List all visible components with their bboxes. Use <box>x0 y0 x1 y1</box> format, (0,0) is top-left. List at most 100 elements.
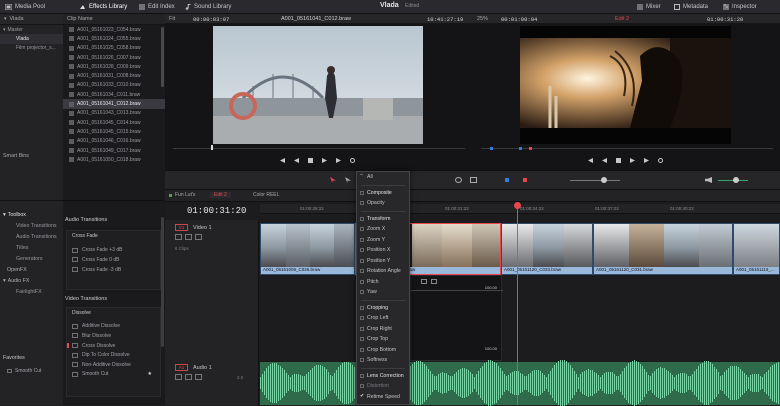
menu-item-all[interactable]: – All <box>357 172 409 183</box>
master-bin[interactable]: ▾ Master <box>0 25 63 34</box>
sound-library-button[interactable]: Sound Library <box>182 2 234 12</box>
clip-list-item[interactable]: A001_05161034_C011.braw <box>63 90 165 99</box>
clip-list-item[interactable]: A001_05161046_C016.braw <box>63 137 165 146</box>
fairlight-fx-item[interactable]: FairlightFX <box>0 286 63 297</box>
skip-forward-icon[interactable] <box>644 158 649 163</box>
video-transition-item[interactable]: Non-Additive Dissolve <box>67 360 160 370</box>
clip-list-item[interactable]: A001_05161031_C008.braw <box>63 71 165 80</box>
mute-icon[interactable] <box>195 374 202 380</box>
group-header[interactable]: Dissolve <box>67 308 160 318</box>
transitions-scrollbar[interactable] <box>161 217 164 347</box>
timeline-tab[interactable]: Color REEL <box>253 192 279 198</box>
video-track-name[interactable]: Video 1 <box>193 225 212 231</box>
mixer-button[interactable]: Mixer <box>634 2 664 12</box>
disable-track-icon[interactable] <box>195 234 202 240</box>
favorite-item[interactable]: Smooth Cut <box>7 368 41 374</box>
video-clip[interactable]: A001_05161120_C033.braw <box>501 223 593 275</box>
toolbox-item[interactable]: Generators <box>0 253 63 264</box>
marker-blue[interactable] <box>519 147 522 150</box>
keyframe-next-icon[interactable] <box>431 279 437 284</box>
effects-library-button[interactable]: Effects Library <box>76 2 130 12</box>
toolbox-header[interactable]: ▾ Toolbox <box>0 209 63 220</box>
menu-item[interactable]: Zoom X <box>357 224 409 235</box>
timeline-tab[interactable]: Fun Lut's <box>169 192 195 198</box>
menu-item[interactable]: Transform <box>357 214 409 225</box>
clip-list-item[interactable]: A001_05161049_C017.braw <box>63 146 165 155</box>
menu-item[interactable]: Cropping <box>357 303 409 314</box>
clip-list-item[interactable]: A001_05161050_C018.braw <box>63 155 165 164</box>
edit-index-button[interactable]: Edit Index <box>136 2 178 12</box>
metadata-button[interactable]: Metadata <box>671 2 711 12</box>
video-transition-item[interactable]: Cross Dissolve <box>67 341 160 351</box>
group-header[interactable]: Cross Fade <box>67 231 160 241</box>
solo-icon[interactable] <box>185 374 192 380</box>
track-badge-v1[interactable]: V1 <box>175 224 188 231</box>
video-transition-item[interactable]: Smooth Cut ★ <box>67 370 160 380</box>
audio-track-name[interactable]: Audio 1 <box>193 365 212 371</box>
menu-item[interactable]: Position X <box>357 245 409 256</box>
play-reverse-icon[interactable] <box>294 158 299 163</box>
clip-column-header[interactable]: Clip Name <box>63 14 165 25</box>
audio-fx-item[interactable]: ▾ Audio FX <box>0 275 63 286</box>
lock-icon[interactable] <box>175 374 182 380</box>
menu-item[interactable]: ✔ Retime Speed <box>357 392 409 403</box>
audio-clip[interactable] <box>260 360 780 406</box>
skip-back-icon[interactable] <box>588 158 593 163</box>
menu-item[interactable]: Composite <box>357 188 409 199</box>
menu-item[interactable]: Zoom Y <box>357 235 409 246</box>
loop-icon[interactable] <box>350 158 355 163</box>
lock-icon[interactable] <box>175 234 182 240</box>
timeline-tab-active[interactable]: Edit 2 <box>210 192 231 198</box>
retime-curve-editor[interactable]: 100.00 100.00 <box>410 275 503 361</box>
clip-list-item[interactable]: A001_05161024_C055.braw <box>63 34 165 43</box>
timeline-scrubber[interactable] <box>481 148 773 149</box>
menu-item[interactable]: Crop Right <box>357 324 409 335</box>
snapping-icon[interactable] <box>455 177 462 183</box>
bin-dropdown[interactable]: ▾ Vlada <box>0 14 63 25</box>
clip-list-item[interactable]: A001_05161025_C058.braw <box>63 44 165 53</box>
track-badge-a1[interactable]: A1 <box>175 364 188 371</box>
timeline-playhead[interactable] <box>517 204 518 405</box>
video-transition-item[interactable]: Additive Dissolve <box>67 322 160 332</box>
stop-icon[interactable] <box>616 158 621 163</box>
clip-list-item[interactable]: A001_05161033_C010.braw <box>63 81 165 90</box>
flag-icon[interactable] <box>505 178 509 182</box>
clip-list-item[interactable]: A001_05161041_C012.braw <box>63 99 165 109</box>
clip-list-item[interactable]: A001_05161045_C014.braw <box>63 118 165 127</box>
playhead-handle[interactable] <box>514 202 521 209</box>
timeline-frame[interactable] <box>520 26 731 144</box>
loop-icon[interactable] <box>658 158 663 163</box>
source-scrubber[interactable] <box>173 148 465 149</box>
video-clip[interactable]: A001_05161009_C026.braw <box>260 223 355 275</box>
menu-item[interactable]: Pitch <box>357 277 409 288</box>
play-reverse-icon[interactable] <box>602 158 607 163</box>
keyframe-prev-icon[interactable] <box>421 279 427 284</box>
video-transition-item[interactable]: Blur Dissolve <box>67 331 160 341</box>
menu-item[interactable]: Crop Top <box>357 334 409 345</box>
stop-icon[interactable] <box>308 158 313 163</box>
zoom-slider-handle[interactable] <box>601 177 607 183</box>
toolbox-item[interactable]: Audio Transitions <box>0 231 63 242</box>
clip-list-item[interactable]: A001_05161023_C054.braw <box>63 25 165 34</box>
audio-transition-item[interactable]: Cross Fade -3 dB <box>67 265 160 275</box>
marker-red[interactable] <box>529 147 532 150</box>
media-pool-button[interactable]: Media Pool <box>2 2 48 12</box>
menu-item[interactable]: Rotation Angle <box>357 266 409 277</box>
menu-item[interactable]: Yaw <box>357 287 409 298</box>
menu-item[interactable]: Crop Bottom <box>357 345 409 356</box>
trim-tool-icon[interactable] <box>345 177 351 183</box>
clip-list-item[interactable]: A001_05161028_C009.braw <box>63 62 165 71</box>
volume-icon[interactable] <box>705 177 712 183</box>
video-transition-item[interactable]: Dip To Color Dissolve <box>67 350 160 360</box>
toolbox-item[interactable]: Video Transitions <box>0 220 63 231</box>
volume-slider-handle[interactable] <box>733 177 739 183</box>
audio-transition-item[interactable]: Cross Fade 0 dB <box>67 255 160 265</box>
menu-item[interactable]: Position Y <box>357 256 409 267</box>
marker-blue[interactable] <box>490 147 493 150</box>
selection-tool-icon[interactable] <box>330 177 336 183</box>
openfx-item[interactable]: OpenFX <box>0 264 63 275</box>
timeline-name[interactable]: Edit 2 <box>615 16 629 22</box>
zoom-dropdown[interactable]: 25% <box>477 16 488 22</box>
audio-transition-item[interactable]: Cross Fade +3 dB <box>67 246 160 256</box>
clip-list-item[interactable]: A001_05161043_C013.braw <box>63 109 165 118</box>
